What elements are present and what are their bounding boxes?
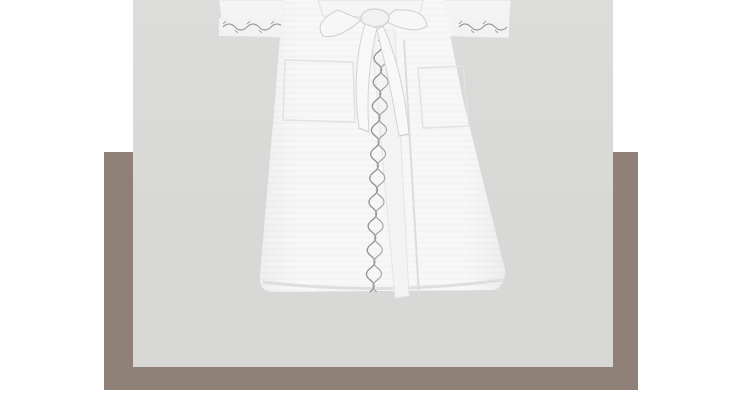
product-image-page (0, 0, 750, 412)
photo-background-panel (133, 0, 613, 367)
bathrobe-image (218, 0, 512, 299)
